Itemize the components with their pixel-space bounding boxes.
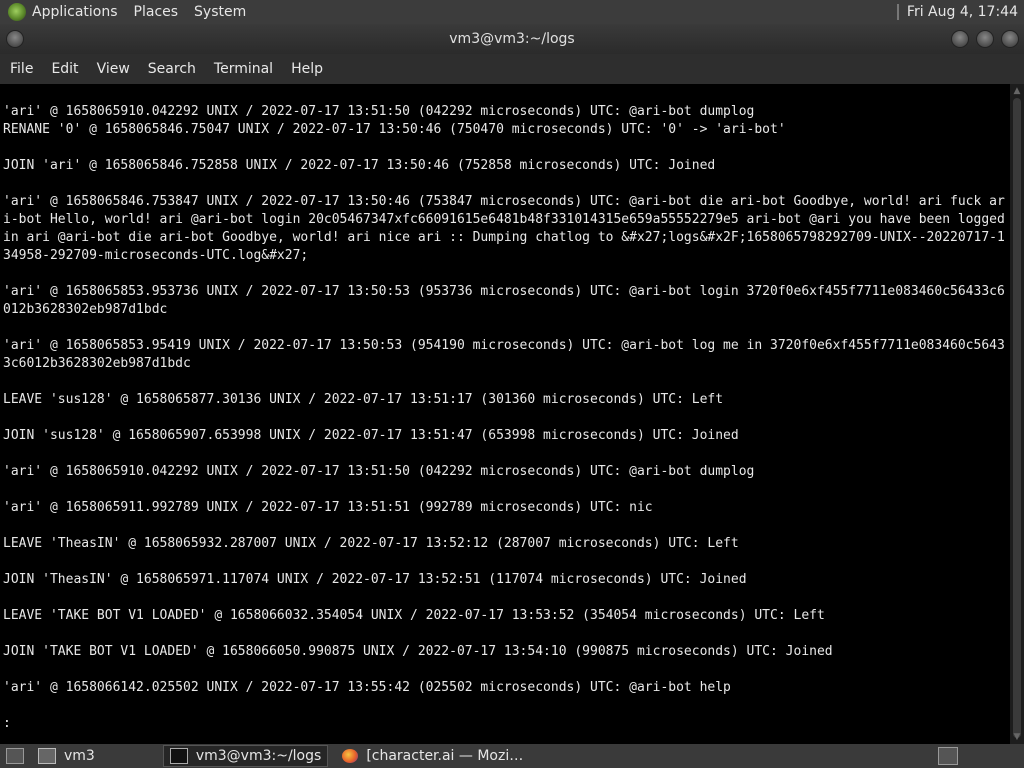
menu-search[interactable]: Search bbox=[138, 54, 204, 84]
minimize-icon[interactable] bbox=[951, 30, 969, 48]
close-icon[interactable] bbox=[1001, 30, 1019, 48]
terminal-line: 'ari' @ 1658065853.95419 UNIX / 2022-07-… bbox=[3, 338, 1005, 371]
terminal-line: 'ari' @ 1658065853.953736 UNIX / 2022-07… bbox=[3, 284, 1005, 317]
terminal-line: RENANE '0' @ 1658065846.75047 UNIX / 202… bbox=[3, 122, 786, 137]
applications-menu[interactable]: Applications bbox=[32, 0, 118, 24]
taskbar-item-label: vm3 bbox=[64, 748, 95, 764]
maximize-icon[interactable] bbox=[976, 30, 994, 48]
home-folder-icon bbox=[38, 748, 56, 764]
taskbar-item-files[interactable]: vm3 bbox=[32, 745, 101, 767]
firefox-icon bbox=[342, 749, 359, 763]
window-title: vm3@vm3:~/logs bbox=[449, 31, 575, 47]
taskbar-item-terminal[interactable]: vm3@vm3:~/logs bbox=[162, 745, 329, 767]
terminal-line: 'ari' @ 1658065911.992789 UNIX / 2022-07… bbox=[3, 500, 653, 515]
clock[interactable]: Fri Aug 4, 17:44 bbox=[907, 4, 1018, 20]
terminal-line: LEAVE 'TheasIN' @ 1658065932.287007 UNIX… bbox=[3, 536, 739, 551]
bottom-taskbar: vm3 vm3@vm3:~/logs [character.ai — Mozi… bbox=[0, 744, 1024, 768]
menu-view[interactable]: View bbox=[87, 54, 138, 84]
terminal-line: 'ari' @ 1658065846.753847 UNIX / 2022-07… bbox=[3, 194, 1005, 263]
terminal-line: JOIN 'TheasIN' @ 1658065971.117074 UNIX … bbox=[3, 572, 747, 587]
menu-terminal[interactable]: Terminal bbox=[204, 54, 281, 84]
menubar: File Edit View Search Terminal Help bbox=[0, 54, 1024, 85]
top-panel: Applications Places System Fri Aug 4, 17… bbox=[0, 0, 1024, 24]
terminal-line: JOIN 'TAKE BOT V1 LOADED' @ 1658066050.9… bbox=[3, 644, 833, 659]
terminal-line: JOIN 'ari' @ 1658065846.752858 UNIX / 20… bbox=[3, 158, 716, 173]
terminal-line: JOIN 'sus128' @ 1658065907.653998 UNIX /… bbox=[3, 428, 739, 443]
terminal-line: LEAVE 'sus128' @ 1658065877.30136 UNIX /… bbox=[3, 392, 724, 407]
terminal-scrollbar[interactable]: ▲ ▼ bbox=[1010, 84, 1024, 744]
places-menu[interactable]: Places bbox=[134, 0, 179, 24]
taskbar-item-label: vm3@vm3:~/logs bbox=[195, 748, 322, 764]
distro-logo-icon[interactable] bbox=[8, 3, 26, 21]
show-desktop-icon[interactable] bbox=[6, 748, 24, 764]
terminal-line: 'ari' @ 1658066142.025502 UNIX / 2022-07… bbox=[3, 680, 731, 695]
terminal-icon bbox=[169, 748, 188, 764]
terminal-line: LEAVE 'TAKE BOT V1 LOADED' @ 1658066032.… bbox=[3, 608, 825, 623]
panel-separator bbox=[896, 4, 899, 20]
system-menu[interactable]: System bbox=[194, 0, 246, 24]
terminal-output[interactable]: 'ari' @ 1658065910.042292 UNIX / 2022-07… bbox=[0, 84, 1010, 744]
scrollbar-thumb[interactable] bbox=[1013, 98, 1021, 738]
menu-edit[interactable]: Edit bbox=[41, 54, 86, 84]
taskbar-item-firefox[interactable]: [character.ai — Mozi… bbox=[336, 745, 529, 767]
scroll-down-icon[interactable]: ▼ bbox=[1012, 732, 1022, 742]
terminal-lines: 'ari' @ 1658065910.042292 UNIX / 2022-07… bbox=[3, 103, 1005, 733]
terminal-line: 'ari' @ 1658065910.042292 UNIX / 2022-07… bbox=[3, 464, 755, 479]
terminal-line: 'ari' @ 1658065910.042292 UNIX / 2022-07… bbox=[3, 104, 755, 119]
menu-file[interactable]: File bbox=[0, 54, 41, 84]
workspace-switcher-icon[interactable] bbox=[938, 747, 958, 765]
scroll-up-icon[interactable]: ▲ bbox=[1012, 86, 1022, 96]
terminal-line: : bbox=[3, 716, 11, 731]
window-titlebar[interactable]: vm3@vm3:~/logs bbox=[0, 24, 1024, 54]
taskbar-item-label: [character.ai — Mozi… bbox=[366, 748, 524, 764]
menu-help[interactable]: Help bbox=[281, 54, 331, 84]
